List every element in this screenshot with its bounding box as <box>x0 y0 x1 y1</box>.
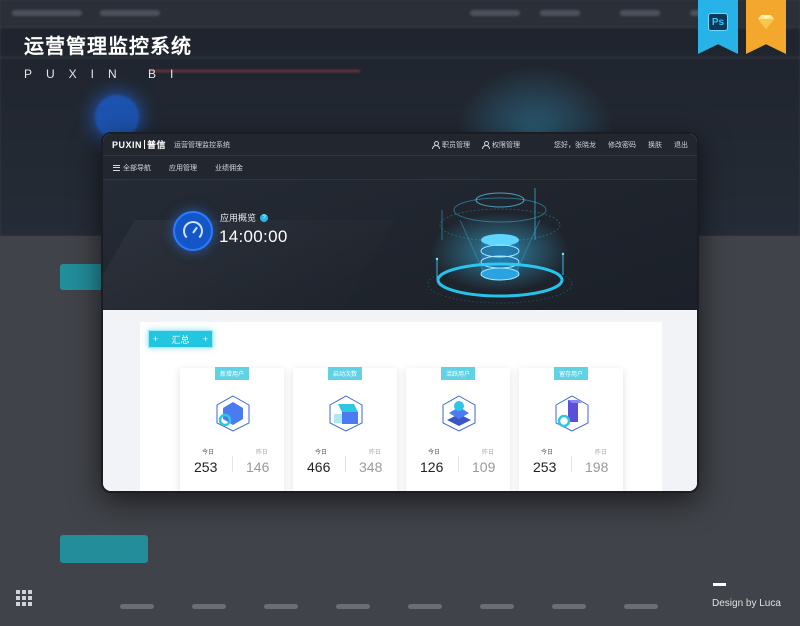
user-greeting: 您好，张晓龙 <box>554 141 596 149</box>
today-value: 253 <box>194 459 218 475</box>
nav-commission[interactable]: 业绩佣金 <box>215 163 243 173</box>
yesterday-value: 348 <box>359 459 383 475</box>
summary-panel: + 汇总 + 新增用户 今日 昨日 253 146 启动次数 今日 昨日 466 <box>140 322 662 491</box>
photoshop-icon: Ps <box>708 13 728 31</box>
overview-title: 应用概览 ? <box>220 211 269 224</box>
yesterday-value: 109 <box>472 459 496 475</box>
designer-signature: Design by Luca <box>712 598 781 609</box>
summary-tab[interactable]: + 汇总 + <box>148 330 213 348</box>
grid-menu-icon[interactable] <box>16 590 32 606</box>
user-icon <box>432 141 440 149</box>
current-time: 14:00:00 <box>219 227 288 246</box>
change-password-link[interactable]: 修改密码 <box>608 140 636 150</box>
stat-card-retained-users[interactable]: 留存用户 今日 昨日 253 198 <box>519 367 623 491</box>
role-management-link[interactable]: 职员管理 <box>432 140 470 150</box>
hologram-database-icon <box>427 188 573 304</box>
brand-title: 运营管理监控系统 <box>24 34 192 58</box>
stat-tag: 留存用户 <box>553 367 589 380</box>
photoshop-badge: Ps <box>698 0 738 54</box>
yesterday-value: 198 <box>585 459 609 475</box>
app-navbar: 全部导航 应用管理 业绩佣金 <box>103 156 697 180</box>
sketch-badge <box>746 0 786 54</box>
hamburger-icon <box>113 164 120 171</box>
nav-app-management[interactable]: 应用管理 <box>169 163 197 173</box>
overview-hero: 应用概览 ? 14:00:00 <box>103 180 697 310</box>
gauge-icon <box>173 211 213 251</box>
stat-tag: 启动次数 <box>327 367 363 380</box>
help-icon[interactable]: ? <box>260 213 269 222</box>
permission-management-link[interactable]: 权限管理 <box>482 140 520 150</box>
stat-tag: 活跃用户 <box>440 367 476 380</box>
logout-link[interactable]: 退出 <box>674 140 688 150</box>
brand-subtitle: PUXIN BI <box>24 67 188 81</box>
box-icon <box>329 395 363 432</box>
block-icon <box>555 395 589 432</box>
background-topbar <box>0 0 800 28</box>
all-navigation-menu[interactable]: 全部导航 <box>113 163 151 173</box>
stat-card-new-users[interactable]: 新增用户 今日 昨日 253 146 <box>180 367 284 491</box>
system-name: 运营管理监控系统 <box>174 141 231 149</box>
cube-icon <box>216 395 250 432</box>
stat-card-launches[interactable]: 启动次数 今日 昨日 466 348 <box>293 367 397 491</box>
layers-icon <box>442 395 476 432</box>
today-value: 466 <box>307 459 331 475</box>
today-value: 126 <box>420 459 444 475</box>
user-icon <box>482 141 490 149</box>
yesterday-value: 146 <box>246 459 270 475</box>
stat-card-active-users[interactable]: 活跃用户 今日 昨日 126 109 <box>406 367 510 491</box>
content-area: + 汇总 + 新增用户 今日 昨日 253 146 启动次数 今日 昨日 466 <box>103 310 697 491</box>
dashboard-window: PUXIN 普信 运营管理监控系统 职员管理 权限管理 您好，张晓龙 修改密码 换… <box>101 132 699 493</box>
brand-heading: 运营管理监控系统 PUXIN BI <box>24 30 192 81</box>
sketch-icon <box>756 13 776 31</box>
today-value: 253 <box>533 459 557 475</box>
app-topbar: PUXIN 普信 运营管理监控系统 职员管理 权限管理 您好，张晓龙 修改密码 换… <box>103 134 697 156</box>
change-skin-link[interactable]: 换肤 <box>648 140 662 150</box>
stat-tag: 新增用户 <box>214 367 250 380</box>
app-logo[interactable]: PUXIN 普信 <box>112 138 166 151</box>
